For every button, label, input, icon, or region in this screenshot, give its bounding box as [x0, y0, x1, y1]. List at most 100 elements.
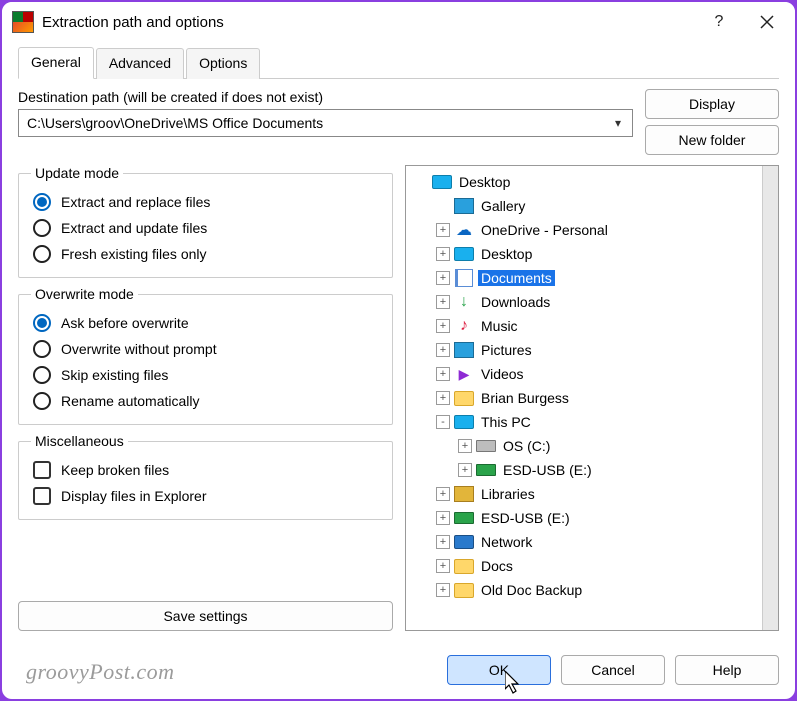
collapse-icon[interactable]: - [436, 415, 450, 429]
tab-general[interactable]: General [18, 47, 94, 79]
chevron-down-icon[interactable]: ▾ [604, 116, 632, 130]
monitor-icon [454, 245, 474, 263]
help-button[interactable]: ? [697, 6, 741, 38]
expand-icon[interactable]: + [436, 487, 450, 501]
usb-icon [454, 509, 474, 527]
expand-icon[interactable]: + [436, 535, 450, 549]
check-display-explorer[interactable]: Display files in Explorer [31, 483, 380, 509]
expand-icon[interactable]: + [458, 439, 472, 453]
expand-icon[interactable]: + [436, 247, 450, 261]
display-button[interactable]: Display [645, 89, 779, 119]
folder-icon [454, 583, 474, 598]
miscellaneous-group: Miscellaneous Keep broken files Display … [18, 433, 393, 520]
radio-label: Fresh existing files only [61, 246, 207, 262]
radio-extract-replace[interactable]: Extract and replace files [31, 189, 380, 215]
tree-node-desktop-root[interactable]: Desktop [408, 170, 760, 194]
tree-node-brian[interactable]: + Brian Burgess [408, 386, 760, 410]
tree-node-label: Old Doc Backup [478, 582, 585, 598]
tree-node-label: Desktop [478, 246, 535, 262]
destination-combo[interactable]: ▾ [18, 109, 633, 137]
checkbox-icon [33, 487, 51, 505]
check-keep-broken[interactable]: Keep broken files [31, 457, 380, 483]
tree-node-label: ESD-USB (E:) [478, 510, 573, 526]
expand-icon[interactable]: + [436, 583, 450, 597]
folder-tree[interactable]: DesktopGallery+OneDrive - Personal+Deskt… [406, 166, 762, 630]
close-icon [760, 15, 774, 29]
expand-icon[interactable]: + [436, 391, 450, 405]
dialog-window: Extraction path and options ? General Ad… [0, 0, 797, 701]
expand-icon[interactable]: + [458, 463, 472, 477]
video-icon [454, 365, 474, 383]
expand-icon[interactable]: + [436, 319, 450, 333]
expand-icon[interactable]: + [436, 343, 450, 357]
monitor-icon [432, 173, 452, 191]
tab-strip: General Advanced Options [18, 46, 779, 79]
tree-node-thispc[interactable]: - This PC [408, 410, 760, 434]
doc-icon [454, 269, 474, 287]
cancel-button[interactable]: Cancel [561, 655, 665, 685]
radio-extract-update[interactable]: Extract and update files [31, 215, 380, 241]
tree-node-label: Documents [478, 270, 555, 286]
tree-node-music[interactable]: + Music [408, 314, 760, 338]
tree-node-label: Music [478, 318, 521, 334]
tab-advanced[interactable]: Advanced [96, 48, 184, 79]
radio-icon [33, 392, 51, 410]
folder-tree-wrap: DesktopGallery+OneDrive - Personal+Deskt… [405, 165, 779, 631]
ok-button[interactable]: OK [447, 655, 551, 685]
tree-node-onedrive[interactable]: +OneDrive - Personal [408, 218, 760, 242]
tree-node-libraries[interactable]: + Libraries [408, 482, 760, 506]
radio-overwrite-noprompt[interactable]: Overwrite without prompt [31, 336, 380, 362]
radio-label: Rename automatically [61, 393, 200, 409]
tree-node-desktop[interactable]: + Desktop [408, 242, 760, 266]
radio-label: Skip existing files [61, 367, 168, 383]
radio-icon [33, 219, 51, 237]
down-icon [454, 293, 474, 311]
dialog-footer: groovyPost.com OK Cancel Help [2, 643, 795, 699]
radio-skip-existing[interactable]: Skip existing files [31, 362, 380, 388]
tab-options[interactable]: Options [186, 48, 260, 79]
radio-fresh-only[interactable]: Fresh existing files only [31, 241, 380, 267]
tree-node-label: OS (C:) [500, 438, 553, 454]
tree-node-esd-usb-2[interactable]: + ESD-USB (E:) [408, 506, 760, 530]
window-title: Extraction path and options [42, 14, 697, 31]
tree-node-label: Libraries [478, 486, 538, 502]
tree-node-os-c[interactable]: + OS (C:) [408, 434, 760, 458]
expand-icon[interactable]: + [436, 559, 450, 573]
save-settings-button[interactable]: Save settings [18, 601, 393, 631]
radio-rename-auto[interactable]: Rename automatically [31, 388, 380, 414]
expand-icon[interactable]: + [436, 223, 450, 237]
radio-icon [33, 193, 51, 211]
tree-node-network[interactable]: + Network [408, 530, 760, 554]
scrollbar[interactable] [762, 166, 778, 630]
expand-icon[interactable]: + [436, 511, 450, 525]
tree-node-label: Brian Burgess [478, 390, 572, 406]
pic-icon [454, 197, 474, 215]
tree-node-old-doc-backup[interactable]: + Old Doc Backup [408, 578, 760, 602]
radio-icon [33, 245, 51, 263]
tree-node-label: Gallery [478, 198, 528, 214]
expand-icon[interactable]: + [436, 367, 450, 381]
tree-node-esd-usb-1[interactable]: +ESD-USB (E:) [408, 458, 760, 482]
tree-node-docs[interactable]: +Docs [408, 554, 760, 578]
radio-icon [33, 340, 51, 358]
overwrite-mode-legend: Overwrite mode [31, 286, 138, 302]
close-button[interactable] [745, 6, 789, 38]
tree-node-documents[interactable]: + Documents [408, 266, 760, 290]
tree-node-gallery[interactable]: Gallery [408, 194, 760, 218]
radio-ask-overwrite[interactable]: Ask before overwrite [31, 310, 380, 336]
expand-icon[interactable]: + [436, 295, 450, 309]
dialog-body: General Advanced Options Destination pat… [2, 42, 795, 643]
overwrite-mode-group: Overwrite mode Ask before overwrite Over… [18, 286, 393, 425]
options-column: Update mode Extract and replace files Ex… [18, 165, 393, 631]
radio-label: Ask before overwrite [61, 315, 189, 331]
tree-node-pictures[interactable]: +Pictures [408, 338, 760, 362]
main-columns: Update mode Extract and replace files Ex… [18, 165, 779, 631]
expand-icon[interactable]: + [436, 271, 450, 285]
new-folder-button[interactable]: New folder [645, 125, 779, 155]
tree-node-videos[interactable]: +Videos [408, 362, 760, 386]
tree-node-label: Network [478, 534, 535, 550]
tree-node-downloads[interactable]: +Downloads [408, 290, 760, 314]
help-footer-button[interactable]: Help [675, 655, 779, 685]
tree-node-label: This PC [478, 414, 534, 430]
destination-input[interactable] [19, 110, 604, 136]
